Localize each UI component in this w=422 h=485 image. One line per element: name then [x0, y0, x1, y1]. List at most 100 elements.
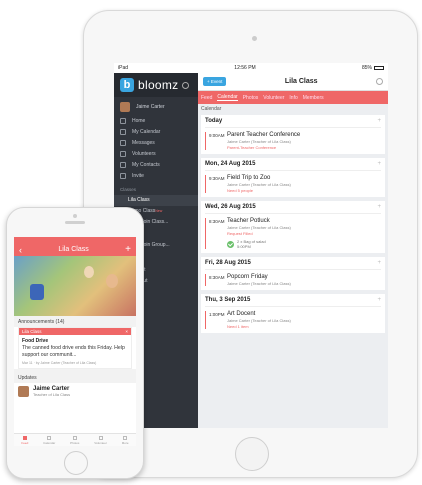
- event-title: Teacher Potluck: [227, 218, 270, 224]
- brand-header: b bloomz: [114, 73, 198, 97]
- tab-photos[interactable]: Photos: [70, 435, 79, 445]
- calendar-event[interactable]: 8:30AM Teacher Potluck Jaime Carter (Teach…: [205, 218, 381, 249]
- sidebar-nav: Home My Calendar Messages Volunteers My Cont…: [114, 115, 198, 181]
- announcement-title: Food Drive: [22, 338, 49, 344]
- sidebar-user-name: Jaime Carter: [136, 104, 165, 110]
- tab-label: Calendar: [43, 440, 56, 445]
- sidebar-item-label: Home: [132, 117, 146, 124]
- sidebar-item-my-contacts[interactable]: My Contacts: [114, 159, 198, 170]
- tab-calendar[interactable]: Calendar: [43, 435, 56, 445]
- back-chevron-icon[interactable]: ‹: [19, 245, 22, 255]
- calendar-event[interactable]: 1:00PM Art Docent Jaime Carter (Teacher of…: [205, 311, 381, 329]
- announcement-card[interactable]: Lila Class × Food Drive The canned food …: [18, 327, 132, 369]
- event-body: Teacher Potluck Jaime Carter (Teacher of …: [227, 218, 381, 249]
- add-event-button[interactable]: + Event: [203, 77, 227, 86]
- event-time: 1:00PM: [209, 312, 225, 317]
- sidebar-item-label: Messages: [132, 139, 155, 146]
- tab-feed[interactable]: Feed: [201, 95, 212, 101]
- refresh-icon[interactable]: [182, 81, 190, 89]
- event-organizer: Jaime Carter (Teacher of Lila Class): [227, 182, 291, 187]
- ipad-home-button[interactable]: [235, 437, 269, 471]
- tab-more[interactable]: More: [121, 435, 129, 445]
- calendar-event[interactable]: 9:30AM Field Trip to Zoo Jaime Carter (Tea…: [205, 175, 381, 193]
- tab-label: More: [121, 440, 129, 445]
- class-tabs: Feed Calendar Photos Volunteer Info Members: [198, 91, 388, 104]
- day-date: Wed, 26 Aug 2015: [205, 204, 256, 210]
- gear-icon[interactable]: [375, 78, 383, 85]
- event-time: 9:30AM: [209, 176, 225, 181]
- day-card: Thu, 3 Sep 2015 +1:00PM Art Docent Jaime Ca…: [201, 294, 385, 333]
- sidebar-item-my-calendar[interactable]: My Calendar: [114, 126, 198, 137]
- add-icon[interactable]: +: [377, 161, 381, 167]
- calendar-event[interactable]: 9:00AM Parent Teacher Conference Jaime Car…: [205, 132, 381, 150]
- sidebar-item-home[interactable]: Home: [114, 115, 198, 126]
- event-note: Need 5 people: [227, 188, 254, 193]
- carrier-label: iPad: [118, 65, 129, 71]
- volunteer-icon: [120, 150, 126, 157]
- contacts-icon: [120, 161, 126, 168]
- add-icon[interactable]: +: [377, 204, 381, 210]
- event-organizer: Jaime Carter (Teacher of Lila Class): [227, 225, 291, 230]
- tab-volunteer[interactable]: Volunteer: [94, 435, 107, 445]
- tab-info[interactable]: Info: [289, 95, 297, 101]
- event-organizer: Jaime Carter (Teacher of Lila Class): [227, 281, 291, 286]
- tab-calendar[interactable]: Calendar: [217, 94, 238, 101]
- calendar-heading: Calendar: [201, 106, 222, 112]
- event-time: 8:30AM: [209, 219, 225, 224]
- event-body: Parent Teacher Conference Jaime Carter (T…: [227, 132, 381, 150]
- update-item[interactable]: Jaime Carter Teacher of Lila Class: [14, 383, 136, 400]
- photo-figure: [30, 284, 44, 300]
- class-cover-photo: [14, 256, 136, 316]
- sidebar-item-volunteers[interactable]: Volunteers: [114, 148, 198, 159]
- update-author-role: Teacher of Lila Class: [33, 392, 71, 397]
- check-circle-icon: [227, 240, 234, 248]
- tab-photos[interactable]: Photos: [243, 95, 259, 101]
- volunteer-icon: [98, 435, 103, 440]
- calendar-event[interactable]: 8:30AM Popcorn Friday Jaime Carter (Teache…: [205, 274, 381, 286]
- day-header: Mon, 24 Aug 2015 +: [205, 161, 381, 171]
- sidebar-user[interactable]: Jaime Carter: [114, 99, 198, 115]
- day-date: Thu, 3 Sep 2015: [205, 297, 251, 303]
- close-icon[interactable]: ×: [125, 329, 128, 334]
- sidebar-item-label: My Contacts: [132, 161, 160, 168]
- sidebar-item-messages[interactable]: Messages: [114, 137, 198, 148]
- event-organizer: Jaime Carter (Teacher of Lila Class): [227, 318, 291, 323]
- event-body: Field Trip to Zoo Jaime Carter (Teacher o…: [227, 175, 381, 193]
- sidebar-class-item[interactable]: Lila Class: [114, 195, 198, 206]
- message-icon: [120, 139, 126, 146]
- announcement-class-bar: Lila Class ×: [19, 328, 131, 335]
- day-date: Today: [205, 118, 223, 124]
- event-title: Field Trip to Zoo: [227, 175, 271, 181]
- event-title: Popcorn Friday: [227, 274, 268, 280]
- top-bar: + Event Lila Class: [198, 73, 388, 91]
- calendar-icon: [47, 435, 52, 440]
- signup-time: 5:00PM: [237, 244, 251, 249]
- event-time: 9:00AM: [209, 133, 225, 138]
- photo-figure: [106, 274, 118, 288]
- sidebar-item-invite[interactable]: Invite: [114, 170, 198, 181]
- event-body: Art Docent Jaime Carter (Teacher of Lila …: [227, 311, 381, 329]
- event-note: Need 1 item: [227, 324, 249, 329]
- day-header: Today +: [205, 118, 381, 128]
- add-icon[interactable]: +: [377, 297, 381, 303]
- add-icon[interactable]: +: [125, 244, 131, 255]
- more-icon: [123, 435, 128, 440]
- new-badge: New: [155, 209, 163, 213]
- ipad-screen: iPad 12:56 PM 85% b bloomz Jaime Carter …: [114, 63, 388, 428]
- iphone-home-button[interactable]: [64, 451, 88, 475]
- tab-members[interactable]: Members: [303, 95, 324, 101]
- tab-feed[interactable]: Feed: [21, 435, 28, 445]
- page-title: Lila Class: [284, 78, 318, 85]
- add-icon[interactable]: +: [377, 118, 381, 124]
- announcements-header[interactable]: Announcements (14): [14, 316, 136, 327]
- event-title: Art Docent: [227, 311, 256, 317]
- feed-icon: [22, 435, 27, 440]
- sidebar-class-label: Lila Class: [128, 197, 150, 203]
- tab-volunteer[interactable]: Volunteer: [263, 95, 284, 101]
- event-body: Popcorn Friday Jaime Carter (Teacher of L…: [227, 274, 381, 286]
- event-time: 8:30AM: [209, 275, 225, 280]
- add-icon[interactable]: +: [377, 260, 381, 266]
- brand-name: bloomz: [138, 78, 179, 92]
- day-card: Today +9:00AM Parent Teacher Conference Jai…: [201, 115, 385, 154]
- sidebar-item-label: My Calendar: [132, 128, 161, 135]
